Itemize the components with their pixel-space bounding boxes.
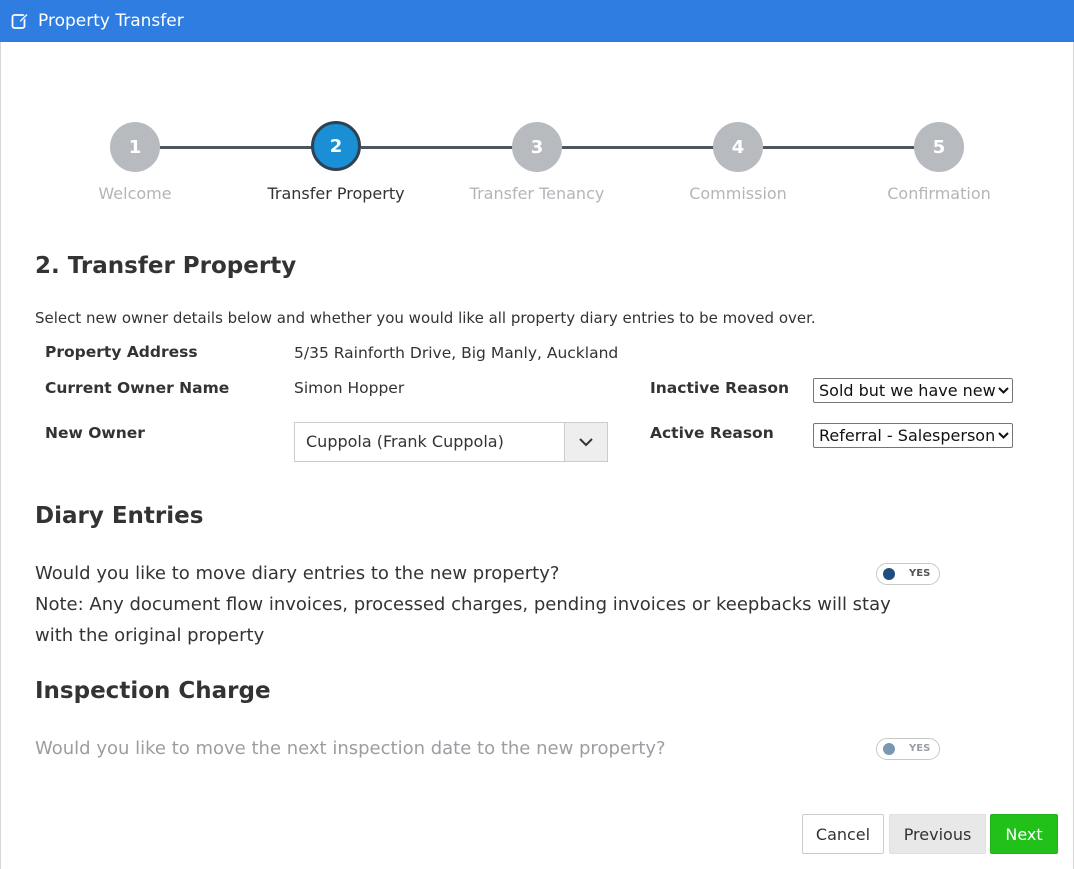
step-2-circle: 2 xyxy=(311,121,361,171)
stepper-connector xyxy=(361,146,513,149)
property-address-label: Property Address xyxy=(45,343,198,361)
chevron-down-icon xyxy=(996,379,1010,402)
toggle-label: YES xyxy=(909,743,931,754)
diary-entries-toggle[interactable]: YES xyxy=(876,563,940,585)
toggle-knob xyxy=(883,743,895,755)
active-reason-select[interactable]: Referral - Salesperson xyxy=(813,423,1013,448)
new-owner-value: Cuppola (Frank Cuppola) xyxy=(306,432,504,451)
toggle-knob xyxy=(883,568,895,580)
diary-note-line-1: Note: Any document flow invoices, proces… xyxy=(35,594,891,615)
stepper-connector xyxy=(763,146,915,149)
inspection-toggle[interactable]: YES xyxy=(876,738,940,760)
step-3-label: Transfer Tenancy xyxy=(469,184,605,203)
next-button[interactable]: Next xyxy=(990,814,1058,854)
new-owner-select[interactable]: Cuppola (Frank Cuppola) xyxy=(294,422,608,462)
stepper-connector xyxy=(160,146,312,149)
section-description: Select new owner details below and wheth… xyxy=(35,309,816,327)
property-address-value: 5/35 Rainforth Drive, Big Manly, Aucklan… xyxy=(294,344,619,362)
step-2-label: Transfer Property xyxy=(267,184,405,203)
step-4-circle: 4 xyxy=(713,122,763,172)
active-reason-value: Referral - Salesperson xyxy=(819,426,996,445)
cancel-button[interactable]: Cancel xyxy=(802,814,884,854)
edit-icon xyxy=(11,12,29,29)
previous-button[interactable]: Previous xyxy=(889,814,986,854)
chevron-down-icon xyxy=(996,424,1010,447)
step-1-circle: 1 xyxy=(110,122,160,172)
diary-question: Would you like to move diary entries to … xyxy=(35,563,560,584)
diary-note-line-2: with the original property xyxy=(35,625,265,646)
step-5-circle: 5 xyxy=(914,122,964,172)
section-title: 2. Transfer Property xyxy=(35,253,297,279)
inactive-reason-value: Sold but we have new o xyxy=(819,381,1011,400)
stepper-connector xyxy=(562,146,714,149)
window-title: Property Transfer xyxy=(38,11,184,31)
active-reason-label: Active Reason xyxy=(650,424,774,442)
title-bar: Property Transfer xyxy=(0,0,1074,42)
diary-entries-title: Diary Entries xyxy=(35,503,204,529)
step-3-circle: 3 xyxy=(512,122,562,172)
toggle-label: YES xyxy=(909,568,931,579)
current-owner-value: Simon Hopper xyxy=(294,379,405,397)
step-1-label: Welcome xyxy=(98,184,172,203)
inspection-question: Would you like to move the next inspecti… xyxy=(35,738,666,759)
inactive-reason-label: Inactive Reason xyxy=(650,379,790,397)
inactive-reason-select[interactable]: Sold but we have new o xyxy=(813,378,1013,403)
new-owner-label: New Owner xyxy=(45,424,145,442)
chevron-down-icon[interactable] xyxy=(564,423,607,461)
step-5-label: Confirmation xyxy=(887,184,991,203)
step-4-label: Commission xyxy=(689,184,787,203)
inspection-charge-title: Inspection Charge xyxy=(35,678,271,704)
current-owner-label: Current Owner Name xyxy=(45,379,230,397)
